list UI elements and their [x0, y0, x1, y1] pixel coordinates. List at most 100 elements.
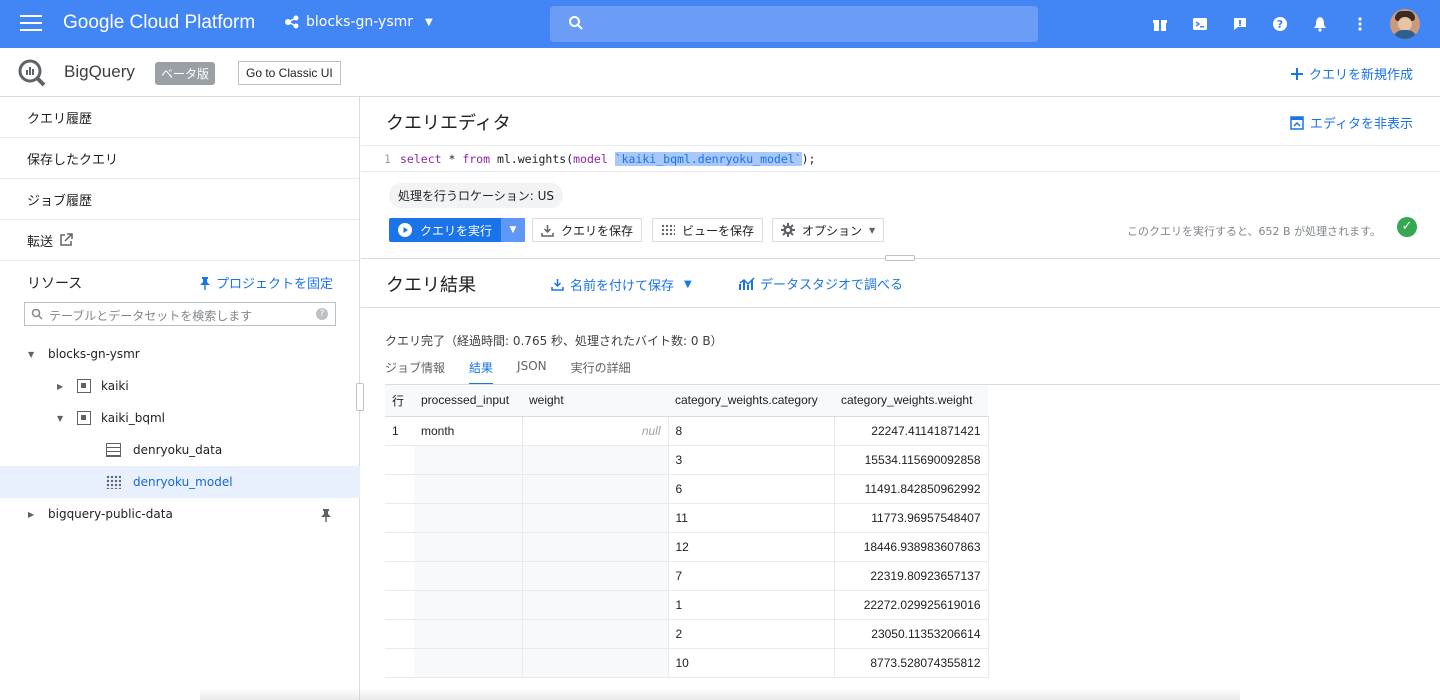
weight-cell [522, 474, 669, 504]
table-row: 11 11773.96957548407 [385, 503, 989, 533]
category-cell: 12 [668, 532, 835, 562]
data-studio-link[interactable]: データスタジオで調べる [739, 274, 903, 293]
location-chip[interactable]: 処理を行うロケーション: US [389, 183, 564, 208]
category-cell: 7 [668, 561, 835, 591]
table-icon [106, 443, 121, 457]
tree-project-blocks-gn-ysmr[interactable]: ▼ blocks-gn-ysmr [0, 338, 360, 370]
category-weight-cell: 22319.80923657137 [834, 561, 989, 591]
help-icon[interactable]: ? [1270, 14, 1290, 34]
tree-project-bigquery-public-data[interactable]: ▶ bigquery-public-data [0, 498, 360, 530]
platform-title[interactable]: Google Cloud Platform [63, 12, 255, 34]
new-query-button[interactable]: クエリを新規作成 [1290, 64, 1413, 83]
column-header: 行 [385, 385, 414, 417]
category-weight-cell: 8773.528074355812 [834, 648, 989, 678]
line-number: 1 [384, 152, 391, 166]
tab-results[interactable]: 結果 [469, 359, 494, 385]
expand-right-icon[interactable]: ▶ [57, 382, 67, 391]
sidebar-item-label: クエリ履歴 [27, 111, 93, 127]
feedback-icon[interactable] [1230, 14, 1250, 34]
save-results-label: 名前を付けて保存 [570, 279, 675, 294]
tree-label: denryoku_data [133, 443, 223, 457]
project-selector[interactable]: blocks-gn-ysmr ▼ [284, 14, 433, 30]
notifications-icon[interactable] [1310, 14, 1330, 34]
product-header: BigQuery ベータ版 Go to Classic UI クエリを新規作成 [0, 48, 1440, 97]
pin-project-label: プロジェクトを固定 [215, 277, 333, 292]
tab-json[interactable]: JSON [517, 359, 547, 385]
table-row: 12 18446.938983607863 [385, 532, 989, 562]
tree-model-denryoku-model[interactable]: denryoku_model [0, 466, 360, 498]
tree-dataset-kaiki-bqml[interactable]: ▼ kaiki_bqml [0, 402, 360, 434]
download-icon [551, 279, 564, 291]
save-view-button[interactable]: ビューを保存 [652, 218, 764, 242]
expand-down-icon[interactable]: ▼ [57, 414, 67, 423]
avatar[interactable] [1390, 9, 1420, 39]
query-complete-status: クエリ完了（経過時間: 0.765 秒、処理されたバイト数: 0 B） [385, 334, 723, 348]
weight-cell [522, 590, 669, 620]
column-header[interactable]: category_weights.weight [834, 385, 988, 417]
gift-icon[interactable] [1150, 14, 1170, 34]
resource-search-input[interactable]: テーブルとデータセットを検索します ? [24, 302, 336, 326]
process-estimate: このクエリを実行すると、652 B が処理されます。 [1127, 225, 1381, 238]
editor-resize-handle[interactable] [885, 255, 915, 261]
menu-icon[interactable] [20, 15, 42, 33]
hide-editor-icon [1290, 115, 1304, 130]
table-row: 1 month null 8 22247.41141871421 [385, 416, 989, 446]
more-vert-icon[interactable] [1350, 14, 1370, 34]
pin-project-link[interactable]: プロジェクトを固定 [199, 273, 333, 292]
sidebar-item-saved-queries[interactable]: 保存したクエリ [0, 138, 359, 179]
sidebar-item-transfers[interactable]: 転送 [0, 220, 359, 261]
sql-editor[interactable]: 1 select * from ml.weights(model `kaiki_… [361, 145, 1440, 172]
search-input[interactable] [550, 6, 1038, 42]
project-name: blocks-gn-ysmr [306, 14, 414, 30]
tab-execution-details[interactable]: 実行の詳細 [571, 359, 631, 385]
validation-check-icon: ✓ [1397, 217, 1417, 237]
row-number-cell [385, 590, 414, 620]
scroll-shadow [200, 688, 1240, 700]
run-options-dropdown[interactable]: ▼ [501, 218, 526, 242]
column-header[interactable]: category_weights.category [668, 385, 834, 417]
pin-icon[interactable] [320, 508, 332, 522]
column-header[interactable]: processed_input [414, 385, 522, 417]
cloud-shell-icon[interactable] [1190, 14, 1210, 34]
expand-down-icon[interactable]: ▼ [28, 350, 38, 359]
tree-dataset-kaiki[interactable]: ▶ kaiki [0, 370, 360, 402]
open-in-new-icon [60, 233, 73, 246]
play-icon [398, 223, 412, 237]
row-number-cell [385, 445, 414, 475]
editor-title: クエリエディタ [386, 113, 511, 134]
chevron-down-icon: ▼ [869, 225, 876, 235]
processed-input-cell [414, 445, 523, 475]
sidebar-item-job-history[interactable]: ジョブ履歴 [0, 179, 359, 220]
hide-editor-button[interactable]: エディタを非表示 [1290, 113, 1413, 132]
svg-text:?: ? [1277, 18, 1283, 31]
help-icon[interactable]: ? [316, 308, 328, 320]
tree-label: blocks-gn-ysmr [48, 347, 140, 361]
weight-cell: null [522, 416, 669, 446]
category-weight-cell: 23050.11353206614 [834, 619, 989, 649]
selected-text: `kaiki_bqml.denryoku_model` [614, 152, 802, 166]
save-query-label: クエリを保存 [561, 223, 634, 238]
dataset-icon [77, 411, 91, 425]
category-cell: 11 [668, 503, 835, 533]
results-tabs: ジョブ情報 結果 JSON 実行の詳細 [385, 359, 631, 385]
row-number-cell [385, 532, 414, 562]
category-weight-cell: 15534.115690092858 [834, 445, 989, 475]
processed-input-cell [414, 474, 523, 504]
options-button[interactable]: オプション ▼ [772, 218, 885, 242]
run-query-label: クエリを実行 [420, 223, 493, 238]
hide-editor-label: エディタを非表示 [1309, 117, 1413, 132]
expand-right-icon[interactable]: ▶ [28, 510, 38, 519]
category-cell: 2 [668, 619, 835, 649]
processed-input-cell [414, 619, 523, 649]
tab-job-info[interactable]: ジョブ情報 [385, 359, 445, 385]
column-header[interactable]: weight [522, 385, 668, 417]
sidebar-item-query-history[interactable]: クエリ履歴 [0, 97, 359, 138]
save-query-button[interactable]: クエリを保存 [532, 218, 643, 242]
table-row: 1 22272.029925619016 [385, 590, 989, 620]
save-results-button[interactable]: 名前を付けて保存 ▼ [551, 275, 692, 294]
sql-code[interactable]: select * from ml.weights(model `kaiki_bq… [400, 152, 815, 166]
tree-table-denryoku-data[interactable]: denryoku_data [0, 434, 360, 466]
run-query-button[interactable]: クエリを実行 ▼ [389, 218, 526, 242]
classic-ui-button[interactable]: Go to Classic UI [238, 61, 341, 85]
table-row: 2 23050.11353206614 [385, 619, 989, 649]
